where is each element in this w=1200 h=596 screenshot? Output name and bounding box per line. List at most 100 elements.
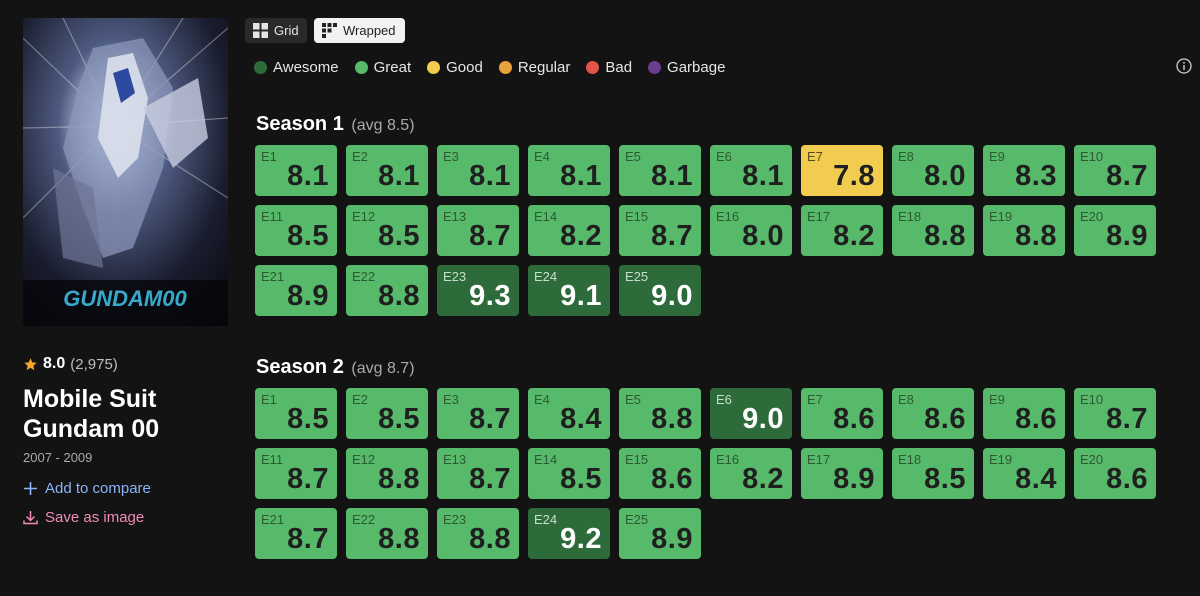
- episode-number: E10: [1080, 392, 1104, 407]
- info-icon[interactable]: [1176, 58, 1192, 74]
- episode-score: 8.1: [469, 160, 511, 192]
- episode-tile[interactable]: E8 8.0: [892, 145, 974, 196]
- episode-score: 8.6: [651, 463, 693, 495]
- episode-tile[interactable]: E3 8.7: [437, 388, 519, 439]
- episode-tile[interactable]: E23 9.3: [437, 265, 519, 316]
- episode-score: 8.8: [378, 280, 420, 312]
- episode-score: 8.5: [287, 403, 329, 435]
- episode-number: E4: [534, 149, 550, 164]
- episode-tile[interactable]: E19 8.8: [983, 205, 1065, 256]
- episode-tile[interactable]: E14 8.5: [528, 448, 610, 499]
- legend-item-regular: Regular: [498, 59, 570, 76]
- show-years: 2007 - 2009: [23, 450, 93, 465]
- episode-tile[interactable]: E6 8.1: [710, 145, 792, 196]
- episode-number: E16: [716, 209, 740, 224]
- episode-number: E7: [807, 392, 823, 407]
- legend-item-awesome: Awesome: [254, 59, 339, 76]
- episode-score: 8.7: [287, 523, 329, 555]
- episode-tile[interactable]: E20 8.6: [1074, 448, 1156, 499]
- vote-count: (2,975): [70, 355, 118, 373]
- episode-tile[interactable]: E4 8.4: [528, 388, 610, 439]
- episode-tile[interactable]: E2 8.5: [346, 388, 428, 439]
- legend-dot: [586, 60, 600, 74]
- episode-number: E3: [443, 149, 459, 164]
- download-icon: [23, 511, 38, 525]
- episode-tile[interactable]: E1 8.5: [255, 388, 337, 439]
- episode-tile[interactable]: E15 8.7: [619, 205, 701, 256]
- episode-tile[interactable]: E15 8.6: [619, 448, 701, 499]
- episode-tile[interactable]: E6 9.0: [710, 388, 792, 439]
- episode-tile[interactable]: E11 8.7: [255, 448, 337, 499]
- episode-tile[interactable]: E13 8.7: [437, 205, 519, 256]
- episode-tile[interactable]: E18 8.5: [892, 448, 974, 499]
- episode-tile[interactable]: E9 8.3: [983, 145, 1065, 196]
- add-to-compare-button[interactable]: Add to compare: [23, 480, 151, 497]
- episode-score: 8.6: [924, 403, 966, 435]
- episode-number: E10: [1080, 149, 1104, 164]
- episode-tile[interactable]: E11 8.5: [255, 205, 337, 256]
- episode-number: E15: [625, 209, 649, 224]
- episode-number: E6: [716, 392, 732, 407]
- episode-tile[interactable]: E8 8.6: [892, 388, 974, 439]
- rating-legend: Awesome Great Good Regular Bad Garbage: [254, 57, 741, 77]
- episode-number: E9: [989, 392, 1005, 407]
- average-rating: 8.0: [43, 355, 66, 372]
- episode-tile[interactable]: E19 8.4: [983, 448, 1065, 499]
- episode-score: 8.4: [1015, 463, 1057, 495]
- episode-tile[interactable]: E23 8.8: [437, 508, 519, 559]
- episode-tile[interactable]: E3 8.1: [437, 145, 519, 196]
- episode-tile[interactable]: E14 8.2: [528, 205, 610, 256]
- episode-number: E3: [443, 392, 459, 407]
- episode-tile[interactable]: E25 8.9: [619, 508, 701, 559]
- episode-tile[interactable]: E5 8.1: [619, 145, 701, 196]
- episode-tile[interactable]: E7 7.8: [801, 145, 883, 196]
- episode-tile[interactable]: E25 9.0: [619, 265, 701, 316]
- episode-number: E7: [807, 149, 823, 164]
- episode-tile[interactable]: E4 8.1: [528, 145, 610, 196]
- episode-tile[interactable]: E5 8.8: [619, 388, 701, 439]
- episode-tile[interactable]: E22 8.8: [346, 508, 428, 559]
- episode-tile[interactable]: E9 8.6: [983, 388, 1065, 439]
- episode-tile[interactable]: E17 8.2: [801, 205, 883, 256]
- episode-tile[interactable]: E22 8.8: [346, 265, 428, 316]
- season-2-title: Season 2 (avg 8.7): [256, 356, 415, 379]
- episode-tile[interactable]: E1 8.1: [255, 145, 337, 196]
- episode-tile[interactable]: E18 8.8: [892, 205, 974, 256]
- legend-label: Bad: [605, 58, 633, 76]
- episode-score: 9.0: [742, 403, 784, 435]
- episode-tile[interactable]: E13 8.7: [437, 448, 519, 499]
- wrapped-view-toggle[interactable]: Wrapped: [314, 18, 405, 43]
- episode-tile[interactable]: E12 8.8: [346, 448, 428, 499]
- episode-score: 8.7: [469, 403, 511, 435]
- episode-tile[interactable]: E10 8.7: [1074, 388, 1156, 439]
- episode-number: E12: [352, 209, 376, 224]
- episode-tile[interactable]: E21 8.9: [255, 265, 337, 316]
- episode-tile[interactable]: E16 8.2: [710, 448, 792, 499]
- episode-tile[interactable]: E21 8.7: [255, 508, 337, 559]
- season-1-name: Season 1: [256, 113, 344, 135]
- episode-score: 8.8: [924, 220, 966, 252]
- grid-view-toggle[interactable]: Grid: [245, 18, 307, 43]
- episode-score: 8.9: [287, 280, 329, 312]
- episode-tile[interactable]: E24 9.2: [528, 508, 610, 559]
- episode-number: E24: [534, 512, 558, 527]
- episode-tile[interactable]: E7 8.6: [801, 388, 883, 439]
- episode-tile[interactable]: E20 8.9: [1074, 205, 1156, 256]
- episode-score: 8.5: [378, 403, 420, 435]
- episode-tile[interactable]: E12 8.5: [346, 205, 428, 256]
- add-to-compare-label: Add to compare: [45, 480, 151, 497]
- episode-tile[interactable]: E10 8.7: [1074, 145, 1156, 196]
- episode-number: E6: [716, 149, 732, 164]
- season-2-episode-grid: E1 8.5 E2 8.5 E3 8.7 E4 8.4 E5 8.8 E6 9.0 E7 8.6 E8 8.6…: [255, 388, 1156, 559]
- episode-number: E8: [898, 392, 914, 407]
- save-as-image-button[interactable]: Save as image: [23, 509, 144, 526]
- episode-tile[interactable]: E16 8.0: [710, 205, 792, 256]
- legend-label: Good: [446, 58, 483, 76]
- episode-tile[interactable]: E2 8.1: [346, 145, 428, 196]
- episode-number: E11: [261, 452, 284, 467]
- episode-score: 8.5: [924, 463, 966, 495]
- episode-tile[interactable]: E17 8.9: [801, 448, 883, 499]
- episode-score: 8.0: [742, 220, 784, 252]
- episode-score: 8.8: [378, 463, 420, 495]
- episode-tile[interactable]: E24 9.1: [528, 265, 610, 316]
